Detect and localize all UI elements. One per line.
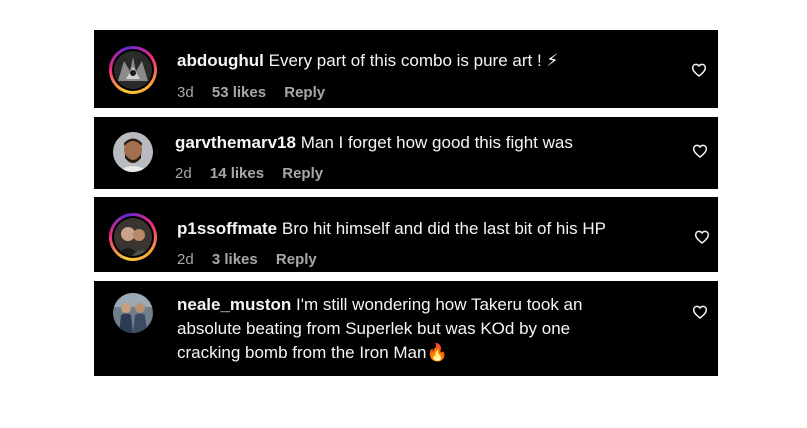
comment-likes[interactable]: 3 likes xyxy=(212,251,258,268)
reply-button[interactable]: Reply xyxy=(282,165,323,182)
comment-text: p1ssoffmate Bro hit himself and did the … xyxy=(177,217,657,241)
comment-username[interactable]: p1ssoffmate xyxy=(177,219,277,238)
heart-icon[interactable] xyxy=(691,62,707,78)
comment-card: abdoughul Every part of this combo is pu… xyxy=(94,30,718,108)
heart-icon[interactable] xyxy=(692,304,708,320)
comment-age: 2d xyxy=(175,165,192,182)
comment-body: Man I forget how good this fight was xyxy=(300,133,573,152)
comment-likes[interactable]: 14 likes xyxy=(210,165,264,182)
comment-card: garvthemarv18 Man I forget how good this… xyxy=(94,117,718,189)
comment-card: neale_muston I'm still wondering how Tak… xyxy=(94,281,718,376)
heart-icon[interactable] xyxy=(694,229,710,245)
reply-button[interactable]: Reply xyxy=(284,84,325,101)
comment-card: p1ssoffmate Bro hit himself and did the … xyxy=(94,197,718,272)
reply-button[interactable]: Reply xyxy=(276,251,317,268)
heart-icon[interactable] xyxy=(692,143,708,159)
comment-username[interactable]: neale_muston xyxy=(177,295,291,314)
comment-body: Every part of this combo is pure art ! ⚡ xyxy=(268,51,559,70)
avatar[interactable] xyxy=(113,293,153,333)
comment-text: neale_muston I'm still wondering how Tak… xyxy=(177,293,637,365)
comment-body: Bro hit himself and did the last bit of … xyxy=(281,219,606,238)
avatar[interactable] xyxy=(113,132,153,172)
comment-meta: 2d 14 likes Reply xyxy=(175,164,337,184)
comment-likes[interactable]: 53 likes xyxy=(212,84,266,101)
comment-username[interactable]: abdoughul xyxy=(177,51,264,70)
comment-age: 2d xyxy=(177,251,194,268)
comment-meta: 3d 53 likes Reply xyxy=(177,83,339,103)
comment-meta: 2d 3 likes Reply xyxy=(177,250,331,270)
comment-text: garvthemarv18 Man I forget how good this… xyxy=(175,131,655,155)
comment-text: abdoughul Every part of this combo is pu… xyxy=(177,49,657,73)
avatar[interactable] xyxy=(109,46,157,94)
comment-age: 3d xyxy=(177,84,194,101)
avatar[interactable] xyxy=(109,213,157,261)
comment-username[interactable]: garvthemarv18 xyxy=(175,133,296,152)
